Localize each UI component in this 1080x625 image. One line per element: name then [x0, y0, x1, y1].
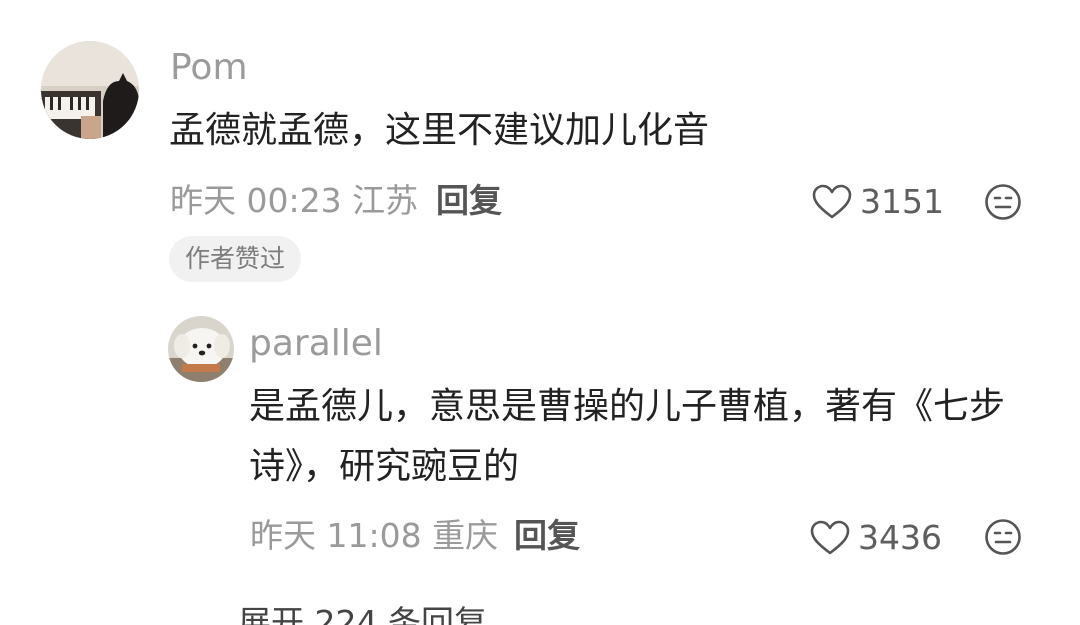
emoji-reaction-button[interactable] [984, 183, 1022, 221]
user-avatar[interactable] [41, 41, 139, 139]
comment-time: 00:23 [246, 181, 342, 220]
reply-date: 昨天 [250, 516, 316, 555]
comment-date: 昨天 [170, 181, 236, 220]
neutral-face-icon [985, 184, 1021, 220]
author-liked-badge: 作者赞过 [169, 236, 302, 282]
reply-like-button[interactable]: 3436 [810, 518, 942, 558]
piano-cat-icon [41, 41, 139, 139]
comment-username[interactable]: Pom [170, 48, 248, 88]
white-dog-icon [168, 316, 234, 382]
comment-meta: 昨天 00:23 江苏 [170, 181, 418, 221]
heart-icon [810, 520, 850, 555]
comment-text: 孟德就孟德，这里不建议加儿化音 [169, 110, 710, 151]
reply-like-count: 3436 [858, 518, 942, 557]
reply-emoji-reaction-button[interactable] [984, 518, 1022, 556]
reply-username[interactable]: parallel [249, 324, 383, 364]
comment-thread: Pom 孟德就孟德，这里不建议加儿化音 昨天 00:23 江苏 回复 3151 … [0, 0, 1080, 625]
expand-replies-button[interactable]: 展开 224 条回复 [238, 603, 487, 625]
reply-time: 11:08 [326, 516, 422, 555]
reply-user-avatar[interactable] [168, 316, 234, 382]
comment-location: 江苏 [352, 181, 419, 220]
reply-location: 重庆 [432, 516, 499, 555]
reply-text: 是孟德儿，意思是曹操的儿子曹植，著有《七步诗》，研究豌豆的 [249, 386, 1006, 487]
reply-reply-button[interactable]: 回复 [514, 516, 580, 556]
heart-icon [812, 184, 852, 219]
like-count: 3151 [860, 182, 944, 221]
neutral-face-icon [985, 519, 1021, 555]
reply-meta: 昨天 11:08 重庆 [250, 516, 498, 556]
reply-button[interactable]: 回复 [436, 181, 502, 221]
like-button[interactable]: 3151 [812, 182, 944, 222]
